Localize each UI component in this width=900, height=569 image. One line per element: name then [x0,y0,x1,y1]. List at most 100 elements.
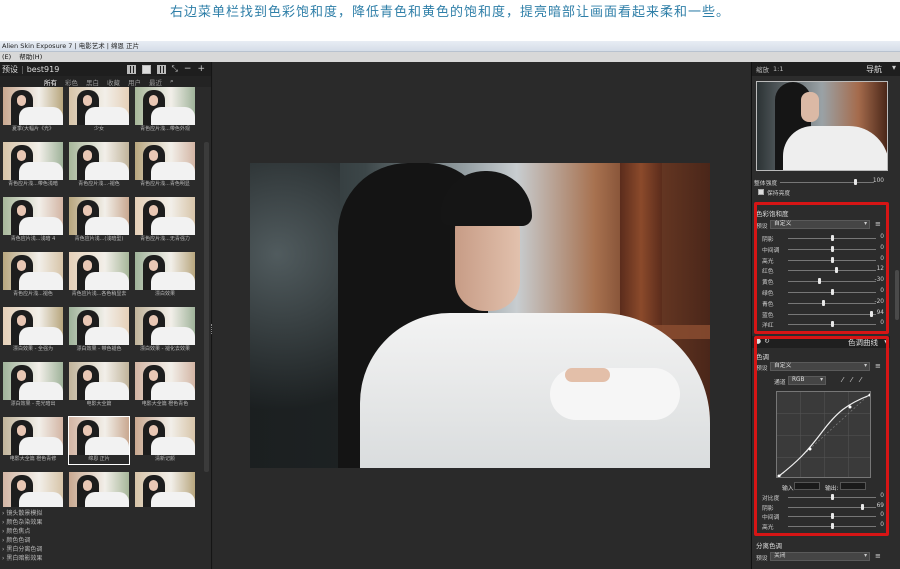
thumbnail-image [69,417,129,455]
preset-thumbnail[interactable]: 漂白效果 [135,252,195,299]
large-grid-view-icon[interactable] [126,64,136,74]
adjustments-scrollbar[interactable] [895,270,899,320]
navigator-title[interactable]: 导航 [866,64,882,75]
preset-thumbnail[interactable]: 青色应片浅...青色明显 [135,142,195,189]
preset-thumbnail[interactable]: 清新记颜 - 薄描 [69,472,129,507]
tab-favorites[interactable]: 收藏 [107,77,120,87]
zoom-value[interactable]: 1:1 [773,65,783,73]
thumbnail-label: 电影大全篇 [86,401,112,407]
thumbnail-label: 漂白效果 [154,291,175,297]
plus-icon[interactable]: + [197,64,205,74]
preset-thumbnail[interactable]: 青色应片浅...(浅暗型) [69,197,129,244]
panel-resize-handle[interactable] [211,324,214,334]
preview-photo[interactable] [250,163,710,468]
presets-panel: 预设 | best919 ⤡ − + 所有 彩色 黑白 收藏 用户 最近 ⌕ 夏… [0,62,212,569]
preset-label: 预设 [756,556,768,562]
preset-thumbnail[interactable]: 青色应片浅...各色稍显去 [69,252,129,299]
category-item[interactable]: › 镜头散景模拟 [2,509,202,518]
tab-all[interactable]: 所有 [44,77,57,87]
preset-thumbnail[interactable]: 少女 [69,87,129,134]
thumbnail-image [135,362,195,400]
preset-thumbnail[interactable]: 漂白效果 - 全强为 [3,307,63,354]
thumbnail-image [69,197,129,235]
preview-area [211,62,750,569]
preserve-luminance-checkbox[interactable] [758,189,764,195]
small-grid-view-icon[interactable] [141,64,151,74]
thumbnail-image [135,417,195,455]
category-item[interactable]: › 颜色焦点 [2,527,202,536]
thumbnail-label: 漂白效果 - 褪化去效果 [140,346,190,352]
header-separator: | [21,64,24,74]
thumbnail-image [135,307,195,345]
preset-thumbnail[interactable]: 青色应片浅...带色浅暗 [3,142,63,189]
preset-thumbnail[interactable]: 夏季(大幅片《光》 [3,87,63,134]
category-item[interactable]: › 颜色色调 [2,536,202,545]
thumbnail-label: 电影大全篇 橙色青修 [9,456,57,462]
thumbnail-image [3,252,63,290]
split-tone-title[interactable]: 分离色调 [756,540,782,550]
photo-background-left [250,163,340,468]
thumbnail-image [69,252,129,290]
category-item[interactable]: › 颜色杂染效果 [2,518,202,527]
thumbnail-label: 青色应片浅...青色明显 [140,181,190,187]
preset-thumbnail[interactable]: 电影大全篇 橙色青修 [3,417,63,464]
split-tone-preset-dropdown[interactable]: 关闭 [770,552,870,561]
view-mode-toolbar: ⤡ − + [126,64,205,74]
thumbnail-image [69,87,129,125]
thumbnail-image [3,142,63,180]
collapse-icon[interactable]: ⤡ [172,64,178,74]
category-item[interactable]: › 黑白分离色调 [2,545,202,554]
navigator-thumbnail[interactable] [756,81,888,171]
tab-bw[interactable]: 黑白 [86,77,99,87]
preset-menu-icon[interactable]: ≡ [875,552,881,560]
thumbnail-label: 漂白效果 - 亮光暗出 [10,401,56,407]
menu-item-edit[interactable]: (E) [2,53,11,61]
thumbnail-label: 青色应片浅...浅暗 4 [10,236,56,242]
preset-thumbnail[interactable]: 青色应片浅...浅暗 4 [3,197,63,244]
overall-strength-slider[interactable]: 整体强度 100 [752,178,892,187]
preset-thumbnail[interactable]: 漂白效果 - 褪化去效果 [135,307,195,354]
preset-thumbnail[interactable]: 清新记颜 - 褪色 [135,472,195,507]
slider-knob[interactable] [854,179,857,185]
tab-user[interactable]: 用户 [128,77,141,87]
tutorial-caption: 右边菜单栏找到色彩饱和度，降低青色和黄色的饱和度，提亮暗部让画面看起来柔和一些。 [0,0,900,42]
presets-scrollbar[interactable] [204,142,209,472]
category-item[interactable]: › 黑白暗影效果 [2,554,202,563]
preset-thumbnail[interactable]: 漂白效果 - 带色褪色 [69,307,129,354]
thumbnail-image [135,252,195,290]
menu-item-help[interactable]: 帮助(H) [19,53,42,61]
slider-track[interactable] [780,182,874,183]
search-icon[interactable]: ⌕ [170,77,174,86]
preset-thumbnail[interactable]: 青色应片浅...带色外观 [135,87,195,134]
preset-thumbnail[interactable]: 绵恩 正片 [68,416,130,465]
thumbnail-image [3,417,63,455]
navigator-header: 缩放 1:1 导航 ▾ [752,62,900,76]
thumbnail-label: 少女 [93,126,104,132]
thumbnail-label: 绵恩 正片 [88,456,110,462]
preset-thumbnail[interactable]: 漂白效果 - 亮光暗出 [3,362,63,409]
overall-strength-value: 100 [872,178,884,184]
thumbnail-image [135,87,195,125]
zoom-label: 缩放 [756,66,769,74]
preset-thumbnail[interactable]: 青色应片浅...-褪色 [69,142,129,189]
minus-icon[interactable]: − [184,64,192,74]
thumbnail-label: 青色应片浅...褪色 [13,291,53,297]
preset-folder-name[interactable]: best919 [27,65,60,74]
app-window: 预设 | best919 ⤡ − + 所有 彩色 黑白 收藏 用户 最近 ⌕ 夏… [0,62,900,569]
thumbnail-label: 青色应片浅...(浅暗型) [74,236,124,242]
thumbnail-label: 青色应片浅...无青强力 [140,236,190,242]
overall-strength-label: 整体强度 [754,181,778,187]
preset-thumbnail[interactable]: 电影大全篇 [69,362,129,409]
thumbnail-label: 漂白效果 - 带色褪色 [76,346,122,352]
thumbnail-label: 夏季(大幅片《光》 [12,126,54,132]
preset-thumbnail[interactable]: 青色应片浅...无青强力 [135,197,195,244]
preset-thumbnail[interactable]: 清新记颜 - 采扬强色 [3,472,63,507]
preset-thumbnail[interactable]: 青色应片浅...褪色 [3,252,63,299]
collapse-arrow-icon[interactable]: ▾ [892,63,896,72]
tab-recent[interactable]: 最近 [149,77,162,87]
preset-thumbnail[interactable]: 清新记颜 [135,417,195,464]
tab-color[interactable]: 彩色 [65,77,78,87]
list-view-icon[interactable] [156,64,166,74]
presets-label: 预设 [2,64,18,74]
preset-thumbnail[interactable]: 电影大全篇 橙色青色 [135,362,195,409]
